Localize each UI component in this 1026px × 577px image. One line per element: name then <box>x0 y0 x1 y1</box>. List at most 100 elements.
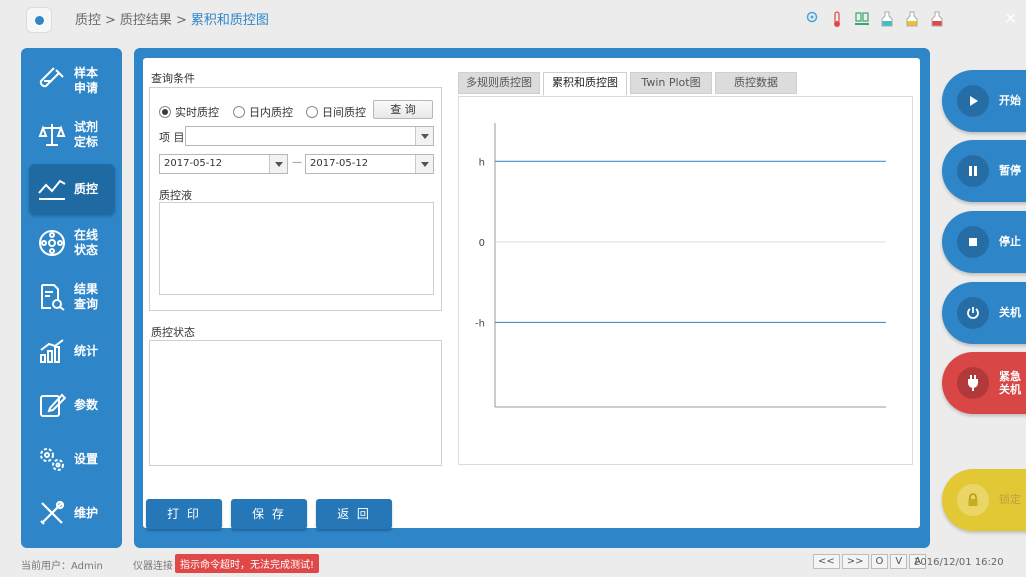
radio-realtime-qc[interactable]: 实时质控 <box>159 104 219 120</box>
sidebar-item-settings[interactable]: 设置 <box>29 434 115 484</box>
y-tick-label: 0 <box>479 238 485 249</box>
close-icon[interactable]: × <box>1004 8 1017 27</box>
breadcrumb-current: 累积和质控图 <box>190 13 269 28</box>
pause-label: 暂停 <box>999 164 1021 177</box>
radio-label: 日内质控 <box>249 106 293 119</box>
radio-dot[interactable] <box>233 106 245 118</box>
back-button[interactable]: 返 回 <box>316 499 392 529</box>
edit-icon <box>35 390 69 420</box>
sidebar-item-sample-request[interactable]: 样本申请 <box>29 56 115 106</box>
date-range-separator: — <box>292 157 302 168</box>
reagent-bottle-yellow-icon[interactable] <box>904 11 919 28</box>
y-tick-label: -h <box>475 318 485 329</box>
shutdown-label: 关机 <box>999 306 1021 319</box>
breadcrumb-separator: > <box>105 13 116 28</box>
query-conditions-title: 查询条件 <box>151 72 195 85</box>
breadcrumb: 质控 > 质控结果 > 累积和质控图 <box>75 9 269 28</box>
datetime: 2016/12/01 16:20 <box>914 557 1004 568</box>
sidebar-item-result-query[interactable]: 结果查询 <box>29 272 115 322</box>
gears-icon <box>35 444 69 474</box>
next-button[interactable]: >> <box>841 554 869 569</box>
radio-dot[interactable] <box>159 106 171 118</box>
query-button[interactable]: 查 询 <box>373 100 433 119</box>
radio-dot[interactable] <box>306 106 318 118</box>
current-user: 当前用户：Admin <box>21 561 103 572</box>
test-tube-icon <box>35 66 69 96</box>
prev-button[interactable]: << <box>813 554 840 569</box>
start-button[interactable]: 开始 <box>942 70 1026 132</box>
sidebar-item-label: 维护 <box>74 505 99 520</box>
radio-label: 实时质控 <box>175 106 219 119</box>
sidebar-item-label: 参数 <box>74 397 99 412</box>
alert-badge: 指示命令超时，无法完成测试! <box>175 554 320 573</box>
print-button[interactable]: 打 印 <box>146 499 222 529</box>
tools-icon <box>35 498 69 528</box>
chevron-down-icon[interactable] <box>415 127 433 145</box>
sidebar-item-maintenance[interactable]: 维护 <box>29 488 115 538</box>
sidebar-item-parameters[interactable]: 参数 <box>29 380 115 430</box>
status-bar: 当前用户：Admin 仪器连接： 指示命令超时，无法完成测试! << >> O … <box>0 550 1026 577</box>
settings-dot-icon[interactable] <box>804 11 819 28</box>
radio-label: 日间质控 <box>322 106 366 119</box>
stop-button[interactable]: 停止 <box>942 211 1026 273</box>
save-button[interactable]: 保 存 <box>231 499 307 529</box>
power-icon <box>957 297 989 329</box>
emergency-shutdown-button[interactable]: 紧急关机 <box>942 352 1026 414</box>
chevron-down-icon[interactable] <box>415 155 433 173</box>
shutdown-button[interactable]: 关机 <box>942 282 1026 344</box>
main-panel: 查询条件 实时质控 日内质控 日间质控 查 询 项 目 2017-05-12 —… <box>134 48 930 548</box>
footer-nav: << >> O V A <box>813 554 927 571</box>
tab-multi-rule-qc-chart[interactable]: 多规则质控图 <box>458 72 540 94</box>
chevron-down-icon[interactable] <box>269 155 287 173</box>
sidebar-item-reagent-calibration[interactable]: 试剂定标 <box>29 110 115 160</box>
usb-icon[interactable] <box>854 11 869 28</box>
qc-liquid-label: 质控液 <box>159 189 192 202</box>
y-tick-label: h <box>479 157 485 168</box>
item-label: 项 目 <box>159 131 185 144</box>
sidebar-item-label: 质控 <box>74 181 99 196</box>
date-to-select[interactable]: 2017-05-12 <box>305 154 434 174</box>
breadcrumb-separator: > <box>175 13 187 28</box>
sidebar-item-online-status[interactable]: 在线状态 <box>29 218 115 268</box>
date-from-select[interactable]: 2017-05-12 <box>159 154 288 174</box>
status-icons <box>804 9 944 29</box>
cusum-chart-svg: h 0 -h <box>475 123 886 408</box>
pause-button[interactable]: 暂停 <box>942 140 1026 202</box>
radio-interday-qc[interactable]: 日间质控 <box>306 104 366 120</box>
lock-button[interactable]: 锁定 <box>942 469 1026 531</box>
reagent-bottle-red-icon[interactable] <box>929 11 944 28</box>
sidebar-item-label: 样本申请 <box>74 66 99 95</box>
sidebar-item-qc[interactable]: 质控 <box>29 164 115 214</box>
qc-liquid-list[interactable] <box>159 202 434 295</box>
app-logo <box>26 7 52 33</box>
breadcrumb-item-qc-results[interactable]: 质控结果 <box>120 13 172 28</box>
o-button[interactable]: O <box>870 554 889 569</box>
sidebar: 样本申请 试剂定标 质控 在线状态 结果查询 统计 参数 设置 维护 <box>21 48 122 548</box>
sidebar-item-label: 统计 <box>74 343 99 358</box>
pause-icon <box>957 155 989 187</box>
qc-status-box <box>149 340 442 466</box>
sidebar-item-label: 在线状态 <box>74 228 99 257</box>
stop-label: 停止 <box>999 235 1021 248</box>
document-search-icon <box>35 282 69 312</box>
cusum-chart: h 0 -h <box>458 96 913 465</box>
sidebar-item-statistics[interactable]: 统计 <box>29 326 115 376</box>
content-area: 查询条件 实时质控 日内质控 日间质控 查 询 项 目 2017-05-12 —… <box>143 58 920 528</box>
date-to-value: 2017-05-12 <box>310 158 369 169</box>
lock-label: 锁定 <box>999 493 1021 506</box>
v-button[interactable]: V <box>890 554 908 569</box>
qc-status-title: 质控状态 <box>151 326 195 339</box>
reagent-bottle-cyan-icon[interactable] <box>879 11 894 28</box>
breadcrumb-item-qc[interactable]: 质控 <box>75 13 101 28</box>
radio-intraday-qc[interactable]: 日内质控 <box>233 104 293 120</box>
sidebar-item-label: 结果查询 <box>74 282 99 311</box>
tab-cusum-qc-chart[interactable]: 累积和质控图 <box>543 72 627 96</box>
tab-twin-plot[interactable]: Twin Plot图 <box>630 72 712 94</box>
sidebar-item-label: 设置 <box>74 451 99 466</box>
play-icon <box>957 85 989 117</box>
item-select[interactable] <box>185 126 434 146</box>
tab-qc-data[interactable]: 质控数据 <box>715 72 797 94</box>
balance-scale-icon <box>35 120 69 150</box>
top-bar: 质控 > 质控结果 > 累积和质控图 × <box>0 0 1026 40</box>
thermometer-icon[interactable] <box>829 10 844 28</box>
